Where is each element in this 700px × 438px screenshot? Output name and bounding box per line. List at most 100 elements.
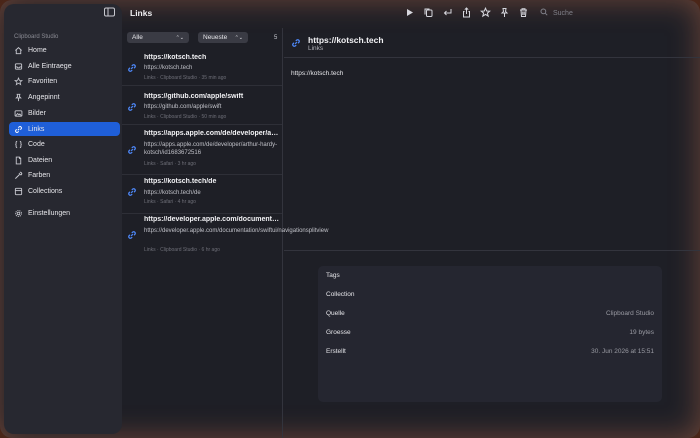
favorite-star-icon[interactable] [480,6,491,18]
property-created: Erstellt 30. Jun 2026 at 15:51 [318,342,662,361]
folder-icon [14,187,23,196]
item-content: https://developer.apple.com/documentatio… [144,228,329,234]
sidebar: Clipboard Studio Home Alle Eintraege Fav… [4,4,122,434]
paste-return-icon[interactable] [442,7,453,18]
sidebar-item-label: Farben [28,171,51,179]
gear-icon [14,209,23,218]
list-item[interactable]: https://kotsch.tech https://kotsch.tech … [122,48,282,86]
page-title: Links [130,8,153,18]
property-value: 19 bytes [629,329,654,336]
item-content: https://github.com/apple/swift [144,104,222,110]
pin-icon[interactable] [499,7,510,18]
link-icon [127,145,137,155]
property-tags[interactable]: Tags [318,266,662,285]
toolbar [404,6,529,18]
sidebar-item-collections[interactable]: Collections [9,184,120,198]
list-item[interactable]: https://apps.apple.com/de/developer/art.… [122,126,282,175]
tray-icon [14,62,23,71]
item-title: https://developer.apple.com/documentatio… [144,216,280,223]
sidebar-item-colors[interactable]: Farben [9,168,120,182]
property-size: Groesse 19 bytes [318,323,662,342]
sidebar-item-label: Favoriten [28,77,58,85]
item-meta: Links · Clipboard Studio · 6 hr ago [144,247,220,253]
property-value: 30. Jun 2026 at 15:51 [591,348,654,355]
sidebar-item-home[interactable]: Home [9,43,120,57]
link-icon [291,38,301,48]
item-meta: Links · Safari · 4 hr ago [144,199,196,205]
sidebar-item-label: Alle Eintraege [28,62,72,70]
item-title: https://github.com/apple/swift [144,93,244,100]
item-meta: Links · Clipboard Studio · 50 min ago [144,114,227,120]
item-meta: Links · Clipboard Studio · 35 min ago [144,75,227,81]
chevron-updown-icon: ⌃⌄ [234,34,243,41]
sidebar-section-title: Clipboard Studio [14,34,59,40]
sidebar-item-label: Links [28,125,45,133]
item-title: https://kotsch.tech [144,54,207,61]
sidebar-item-pinned[interactable]: Angepinnt [9,90,120,104]
type-filter-value: Alle [132,34,143,41]
property-key: Erstellt [326,348,346,355]
doc-icon [14,156,23,165]
item-title: https://apps.apple.com/de/developer/art.… [144,130,280,137]
sidebar-item-label: Code [28,140,45,148]
sidebar-item-label: Angepinnt [28,93,60,101]
detail-title: https://kotsch.tech [308,35,384,45]
house-icon [14,46,23,55]
share-icon[interactable] [461,7,472,18]
item-content: https://apps.apple.com/de/developer/arth… [144,142,278,156]
property-source: Quelle Clipboard Studio [318,304,662,323]
sidebar-toggle-icon[interactable] [104,7,115,17]
property-key: Tags [326,272,340,279]
sidebar-item-favorites[interactable]: Favoriten [9,74,120,88]
list-item[interactable]: https://developer.apple.com/documentatio… [122,212,329,257]
property-value: Clipboard Studio [605,310,654,317]
item-list: Alle ⌃⌄ Neueste ⌃⌄ 5 https://kotsch.tech… [122,28,329,438]
sort-select[interactable]: Neueste ⌃⌄ [198,32,248,43]
chevron-updown-icon: ⌃⌄ [175,34,184,41]
divider [284,250,700,251]
link-icon [14,125,23,134]
link-icon [127,102,137,112]
item-title: https://kotsch.tech/de [144,178,217,185]
eyedropper-icon [14,171,23,180]
item-content: https://kotsch.tech/de [144,190,201,196]
trash-icon[interactable] [518,7,529,18]
property-collection[interactable]: Collection [318,285,662,304]
item-count: 5 [274,35,278,41]
sidebar-item-files[interactable]: Dateien [9,153,120,167]
sidebar-item-links[interactable]: Links [9,122,120,136]
detail-subtitle: Links [308,45,324,52]
link-icon [127,63,137,73]
sidebar-item-label: Einstellungen [28,209,71,217]
sidebar-item-settings[interactable]: Einstellungen [9,206,120,220]
list-item[interactable]: https://kotsch.tech/de https://kotsch.te… [122,176,282,214]
app-window: Clipboard Studio Home Alle Eintraege Fav… [0,0,700,438]
sidebar-item-label: Home [28,46,47,54]
link-icon [127,187,137,197]
search-field[interactable]: Suche [540,7,690,19]
photo-icon [14,109,23,118]
item-content: https://kotsch.tech [144,65,193,71]
braces-icon [14,140,23,149]
properties-panel: Tags Collection Quelle Clipboard Studio … [318,266,662,402]
item-meta: Links · Safari · 3 hr ago [144,161,196,167]
sidebar-item-code[interactable]: Code [9,137,120,151]
type-filter-select[interactable]: Alle ⌃⌄ [127,32,189,43]
sidebar-item-images[interactable]: Bilder [9,106,120,120]
property-key: Quelle [326,310,345,317]
list-item[interactable]: https://github.com/apple/swift https://g… [122,87,282,125]
detail-pane: https://kotsch.tech Links https://kotsch… [284,28,700,438]
detail-header: https://kotsch.tech Links [284,28,700,58]
sidebar-item-all[interactable]: Alle Eintraege [9,59,120,73]
play-icon[interactable] [404,7,415,18]
property-key: Groesse [326,329,351,336]
star-icon [14,76,23,86]
search-input[interactable]: Suche [553,10,573,17]
sidebar-item-label: Collections [28,187,63,195]
search-icon [540,8,548,18]
copy-icon[interactable] [423,7,434,18]
detail-content[interactable]: https://kotsch.tech [291,70,343,77]
pin-icon [14,93,23,102]
sort-value: Neueste [203,34,228,41]
property-key: Collection [326,291,355,298]
